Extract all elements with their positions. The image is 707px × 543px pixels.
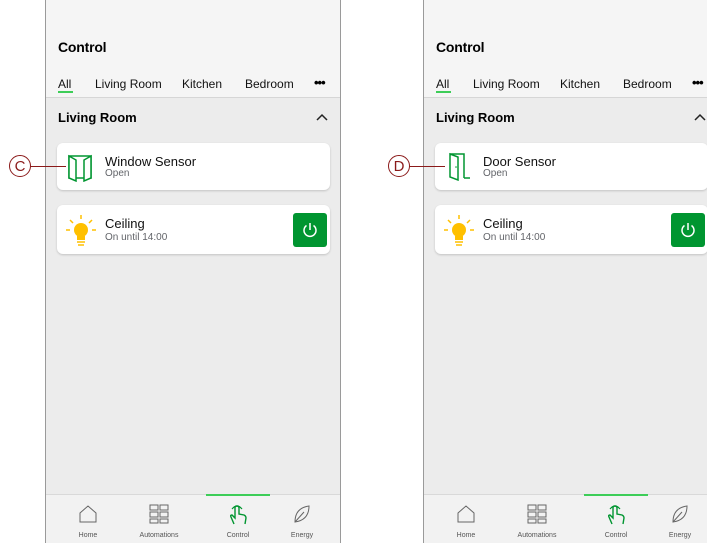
nav-energy[interactable]: Energy [268,495,336,543]
leaf-icon [294,505,310,523]
grid-icon [149,504,169,524]
bottom-nav: Home Automations Control Energy [46,494,340,543]
active-indicator [584,494,648,496]
leaf-icon [672,505,688,523]
nav-control[interactable]: Control [204,494,272,543]
device-status: Open [105,168,130,179]
callout-d: D [388,155,410,177]
tab-all-underline [436,91,451,93]
window-sensor-icon [68,154,92,182]
door-sensor-card[interactable]: Door Sensor Open [435,143,707,190]
nav-energy[interactable]: Energy [646,495,707,543]
nav-label: Home [78,532,98,539]
nav-label: Automations [517,532,557,539]
device-status: On until 14:00 [483,232,546,243]
callout-c: C [9,155,31,177]
bottom-nav: Home Automations Control Energy [424,494,707,543]
tab-all-underline [58,91,73,93]
power-icon [303,223,317,238]
home-icon [457,505,475,523]
right-screen: Control All Living Room Kitchen Bedroom … [423,0,707,543]
page-title: Control [436,39,485,55]
ceiling-light-card[interactable]: Ceiling On until 14:00 [435,205,707,254]
nav-automations[interactable]: Automations [125,495,193,543]
divider [424,97,707,98]
light-bulb-icon [444,215,474,246]
tab-bedroom[interactable]: Bedroom [623,77,672,91]
divider [46,97,340,98]
power-button[interactable] [671,213,705,247]
device-status: On until 14:00 [105,232,168,243]
hand-tap-icon [607,505,625,525]
nav-label: Control [226,532,250,539]
nav-label: Energy [668,532,692,539]
grid-icon [527,504,547,524]
nav-control[interactable]: Control [582,494,650,543]
nav-label: Home [456,532,476,539]
header: Control All Living Room Kitchen Bedroom … [46,0,340,98]
callout-line [30,166,66,167]
power-button[interactable] [293,213,327,247]
section-title: Living Room [436,110,515,125]
tab-all[interactable]: All [436,77,449,91]
device-name: Door Sensor [483,154,556,169]
tab-all[interactable]: All [58,77,71,91]
power-icon [681,223,695,238]
tab-bedroom[interactable]: Bedroom [245,77,294,91]
device-name: Window Sensor [105,154,197,169]
tab-living-room[interactable]: Living Room [473,77,540,91]
active-indicator [206,494,270,496]
device-name: Ceiling [483,216,523,231]
hand-tap-icon [229,505,247,525]
nav-automations[interactable]: Automations [503,495,571,543]
window-sensor-card[interactable]: Window Sensor Open [57,143,330,190]
chevron-up-icon[interactable] [314,110,330,124]
nav-home[interactable]: Home [432,495,500,543]
chevron-up-icon[interactable] [692,110,707,124]
callout-line [409,166,445,167]
section-title: Living Room [58,110,137,125]
nav-label: Automations [139,532,179,539]
nav-label: Control [604,532,628,539]
header: Control All Living Room Kitchen Bedroom … [424,0,707,98]
page-title: Control [58,39,107,55]
left-screen: Control All Living Room Kitchen Bedroom … [45,0,341,543]
ceiling-light-card[interactable]: Ceiling On until 14:00 [57,205,330,254]
home-icon [79,505,97,523]
more-tabs-button[interactable]: ••• [692,75,704,90]
device-status: Open [483,168,508,179]
door-sensor-icon [449,152,470,181]
more-tabs-button[interactable]: ••• [314,75,326,90]
tab-kitchen[interactable]: Kitchen [182,77,222,91]
light-bulb-icon [66,215,96,246]
tab-kitchen[interactable]: Kitchen [560,77,600,91]
tab-living-room[interactable]: Living Room [95,77,162,91]
nav-home[interactable]: Home [54,495,122,543]
device-name: Ceiling [105,216,145,231]
nav-label: Energy [290,532,314,539]
